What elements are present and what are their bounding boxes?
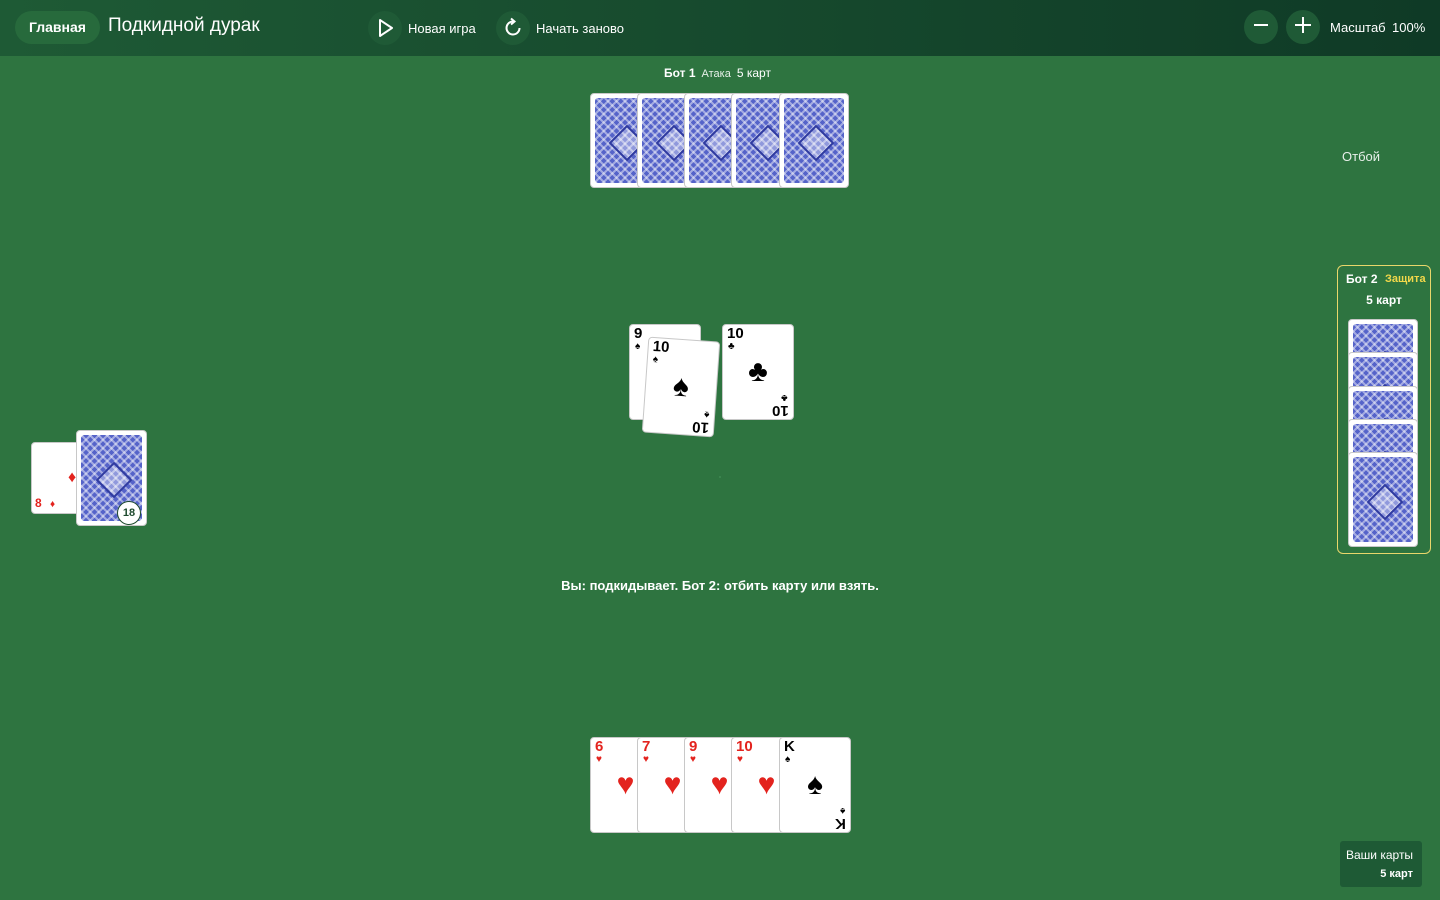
card-suit-center: ♥	[663, 768, 682, 801]
zoom-out-button[interactable]	[1244, 10, 1278, 44]
card-suit: ♣	[728, 341, 735, 352]
table-card-attack: 10 ♣ ♣ 10 ♣	[722, 324, 794, 420]
trump-suit-icon: ♦	[68, 469, 77, 486]
bot2-role: Защита	[1385, 273, 1426, 285]
bot1-info: Бот 1 Атака 5 карт	[664, 66, 771, 80]
table-marker	[719, 476, 721, 478]
card-suit: ♥	[643, 754, 649, 765]
restart-icon	[496, 11, 530, 45]
bot2-name: Бот 2	[1346, 272, 1378, 286]
card-rank: 10	[727, 325, 744, 342]
card-rank-bottom: 10	[691, 417, 710, 437]
card-suit: ♥	[596, 754, 602, 765]
trump-card-suit: ♦	[50, 499, 56, 510]
zoom-value: 100%	[1392, 20, 1426, 35]
card-rank-bottom: K	[835, 815, 846, 832]
deck-count-badge: 18	[117, 501, 141, 525]
card-rank-bottom: 10	[772, 402, 789, 419]
plus-icon	[1294, 16, 1312, 39]
card-suit-center: ♥	[710, 768, 729, 801]
card-suit-center: ♣	[748, 355, 768, 388]
card-rank: 9	[689, 738, 698, 755]
new-game-button[interactable]: Новая игра	[368, 10, 476, 46]
bot1-card-count: 5 карт	[736, 66, 771, 80]
card-back	[779, 93, 849, 188]
zoom-label: Масштаб	[1330, 20, 1386, 35]
card-rank: 9	[634, 325, 643, 342]
bot2-card-count: 5 карт	[1366, 293, 1402, 307]
restart-button[interactable]: Начать заново	[496, 10, 624, 46]
card-suit-center: ♥	[757, 768, 776, 801]
card-rank: 10	[736, 738, 753, 755]
hand-card[interactable]: K ♠ ♠ K ♠	[779, 737, 851, 833]
card-suit-bottom: ♠	[703, 408, 710, 421]
zoom-in-button[interactable]	[1286, 10, 1320, 44]
card-rank: 6	[595, 738, 604, 755]
restart-label: Начать заново	[536, 20, 624, 36]
trump-card-rank: 8	[35, 496, 43, 510]
home-button[interactable]: Главная	[15, 11, 100, 44]
card-suit-center: ♠	[671, 369, 691, 404]
card-suit: ♥	[737, 754, 743, 765]
status-message: Вы: подкидывает. Бот 2: отбить карту или…	[561, 578, 879, 593]
page-title: Подкидной дурак	[108, 15, 260, 36]
minus-icon	[1253, 17, 1269, 38]
card-suit: ♠	[785, 754, 791, 765]
your-cards-panel: Ваши карты 5 карт	[1340, 841, 1422, 887]
card-suit-bottom: ♠	[839, 805, 845, 816]
bot1-name: Бот 1	[664, 66, 696, 80]
card-suit: ♥	[690, 754, 696, 765]
card-suit-center: ♠	[807, 768, 823, 801]
card-suit-bottom: ♣	[781, 392, 788, 403]
new-game-label: Новая игра	[408, 20, 476, 36]
discard-pile-label: Отбой	[1342, 149, 1381, 164]
your-cards-label: Ваши карты	[1346, 848, 1414, 862]
table-card-defense: 10 ♠ ♠ 10 ♠	[641, 336, 721, 438]
bot1-role: Атака	[701, 68, 731, 80]
card-rank: K	[784, 738, 795, 755]
card-rank: 7	[642, 738, 651, 755]
card-suit: ♠	[635, 341, 641, 352]
card-suit-center: ♥	[616, 768, 635, 801]
your-cards-count: 5 карт	[1380, 868, 1413, 880]
card-suit: ♠	[652, 353, 659, 366]
play-icon	[368, 11, 402, 45]
card-back	[1348, 452, 1418, 547]
